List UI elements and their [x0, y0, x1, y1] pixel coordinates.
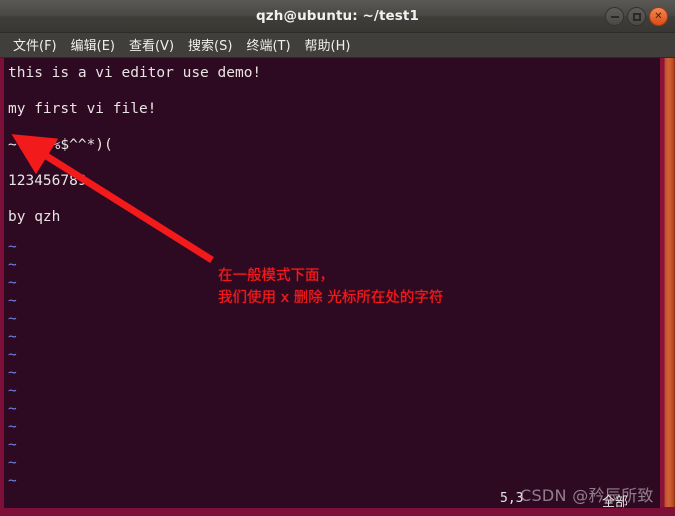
- vi-cursor: $: [25, 137, 35, 153]
- tilde-line-9: ~: [8, 383, 17, 399]
- tilde-line-12: ~: [8, 437, 17, 453]
- cursor-line-prefix: ~!: [8, 137, 26, 153]
- terminal-window: qzh@ubuntu: ~/test1 ✕ 文件(F) 编辑(E) 查看(V) …: [0, 0, 675, 516]
- minimize-icon: [610, 15, 619, 18]
- tilde-line-11: ~: [8, 419, 17, 435]
- tilde-line-6: ~: [8, 329, 17, 345]
- annotation-line-2: 我们使用 x 删除 光标所在处的字符: [218, 290, 444, 306]
- tilde-line-8: ~: [8, 365, 17, 381]
- buffer-line-3: my first vi file!: [8, 101, 157, 117]
- menu-item-search[interactable]: 搜索(S): [181, 33, 239, 57]
- menu-item-view[interactable]: 查看(V): [122, 33, 181, 57]
- maximize-icon: [632, 12, 641, 21]
- buffer-line-7: by qzh: [8, 209, 61, 225]
- tilde-line-14: ~: [8, 473, 17, 489]
- buffer-line-1: this is a vi editor use demo!: [8, 65, 262, 81]
- window-title: qzh@ubuntu: ~/test1: [256, 8, 419, 24]
- buffer-line-cursor: ~!$$%%$^^*)(: [8, 136, 113, 154]
- close-button[interactable]: ✕: [649, 7, 668, 26]
- tilde-line-3: ~: [8, 275, 17, 291]
- terminal-bottom-border: [0, 507, 675, 516]
- minimize-button[interactable]: [605, 7, 624, 26]
- menu-item-terminal[interactable]: 终端(T): [239, 33, 297, 57]
- cursor-line-suffix: $%%$^^*)(: [34, 137, 113, 153]
- menu-item-edit[interactable]: 编辑(E): [64, 33, 122, 57]
- tilde-line-7: ~: [8, 347, 17, 363]
- tilde-line-5: ~: [8, 311, 17, 327]
- csdn-watermark: CSDN @矜辰所致: [520, 486, 654, 505]
- window-titlebar[interactable]: qzh@ubuntu: ~/test1 ✕: [0, 0, 675, 33]
- menu-item-help[interactable]: 帮助(H): [298, 33, 358, 57]
- maximize-button[interactable]: [627, 7, 646, 26]
- menu-bar: 文件(F) 编辑(E) 查看(V) 搜索(S) 终端(T) 帮助(H): [0, 33, 675, 58]
- tilde-line-13: ~: [8, 455, 17, 471]
- terminal-scrollbar[interactable]: [663, 58, 675, 516]
- tilde-line-4: ~: [8, 293, 17, 309]
- menu-item-file[interactable]: 文件(F): [6, 33, 64, 57]
- tilde-line-1: ~: [8, 239, 17, 255]
- tilde-line-2: ~: [8, 257, 17, 273]
- buffer-line-5: 123456789: [8, 173, 87, 189]
- vi-editor-buffer[interactable]: this is a vi editor use demo! my first v…: [4, 58, 660, 508]
- annotation-line-1: 在一般模式下面，: [218, 268, 334, 284]
- close-icon: ✕: [654, 10, 663, 22]
- tilde-line-10: ~: [8, 401, 17, 417]
- terminal-frame: this is a vi editor use demo! my first v…: [0, 58, 675, 516]
- window-controls: ✕: [605, 7, 668, 26]
